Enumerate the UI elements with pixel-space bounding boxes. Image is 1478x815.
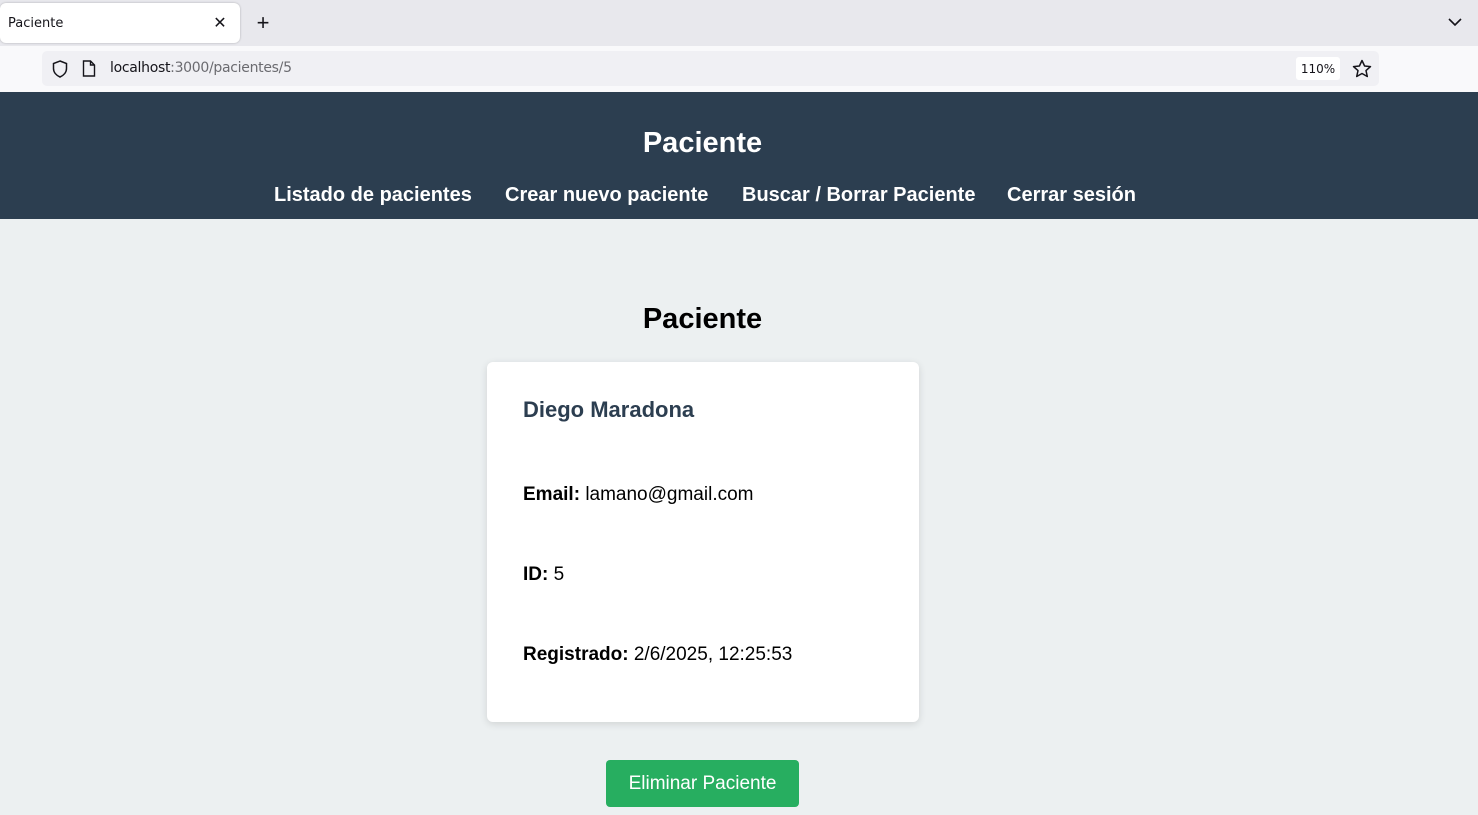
browser-nav-bar: localhost:3000/pacientes/5 110% xyxy=(0,46,1478,92)
registered-value: 2/6/2025, 12:25:53 xyxy=(633,644,793,665)
patient-registered-row: Registrado: 2/6/2025, 12:25:53 xyxy=(523,644,792,666)
registered-label: Registrado: xyxy=(523,644,629,665)
nav-link-cerrar-sesion[interactable]: Cerrar sesión xyxy=(1007,184,1136,207)
nav-link-crear[interactable]: Crear nuevo paciente xyxy=(505,184,708,207)
app-header: Paciente Listado de pacientes Crear nuev… xyxy=(0,92,1478,219)
page-icon xyxy=(82,60,96,77)
nav-link-buscar-borrar[interactable]: Buscar / Borrar Paciente xyxy=(742,184,975,207)
chevron-down-icon[interactable] xyxy=(1446,12,1464,32)
nav-link-listado[interactable]: Listado de pacientes xyxy=(274,184,472,207)
bookmark-star-icon[interactable] xyxy=(1351,58,1373,80)
email-label: Email: xyxy=(523,484,581,505)
patient-card: Diego Maradona Email: lamano@gmail.com I… xyxy=(487,362,919,722)
url-text[interactable]: localhost:3000/pacientes/5 xyxy=(110,60,292,76)
header-title: Paciente xyxy=(642,127,763,159)
delete-patient-button[interactable]: Eliminar Paciente xyxy=(606,760,799,807)
shield-icon[interactable] xyxy=(52,60,68,78)
patient-email-row: Email: lamano@gmail.com xyxy=(523,484,754,506)
close-tab-icon[interactable]: ✕ xyxy=(210,13,230,33)
browser-tab[interactable]: Paciente ✕ xyxy=(0,3,240,43)
browser-tab-bar: Paciente ✕ + xyxy=(0,0,1478,46)
patient-id-row: ID: 5 xyxy=(523,564,564,586)
patient-name: Diego Maradona xyxy=(523,397,695,422)
tab-title: Paciente xyxy=(8,16,64,31)
email-value: lamano@gmail.com xyxy=(585,484,754,505)
id-label: ID: xyxy=(523,564,549,585)
new-tab-icon[interactable]: + xyxy=(252,10,274,35)
zoom-level[interactable]: 110% xyxy=(1296,57,1340,80)
page-title: Paciente xyxy=(642,303,763,335)
id-value: 5 xyxy=(553,564,565,585)
url-bar[interactable]: localhost:3000/pacientes/5 110% xyxy=(42,51,1379,86)
